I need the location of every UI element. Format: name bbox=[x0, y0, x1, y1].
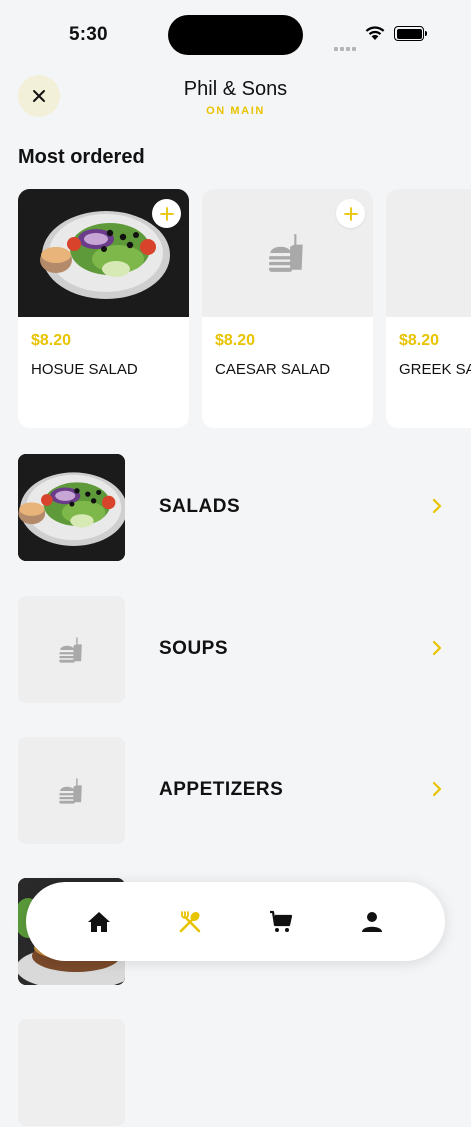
add-to-cart-button[interactable] bbox=[336, 199, 365, 228]
chevron-right-icon bbox=[432, 498, 442, 514]
battery-icon bbox=[394, 26, 424, 41]
wifi-icon bbox=[364, 24, 386, 46]
most-ordered-heading: Most ordered bbox=[18, 146, 145, 168]
page-title: Phil & Sons bbox=[183, 78, 288, 100]
chevron-right-icon bbox=[432, 640, 442, 656]
bottom-tab-bar bbox=[26, 882, 445, 961]
product-name: HOSUE SALAD bbox=[31, 361, 138, 378]
utensils-icon bbox=[179, 911, 201, 933]
food-placeholder-icon bbox=[386, 189, 471, 317]
food-placeholder-icon bbox=[18, 1019, 125, 1126]
chevron-right-icon bbox=[432, 781, 442, 797]
category-label: APPETIZERS bbox=[159, 779, 284, 800]
product-card[interactable]: $8.20 HOSUE SALAD bbox=[18, 189, 189, 428]
status-time: 5:30 bbox=[69, 24, 108, 45]
category-row-salads[interactable]: SALADS bbox=[18, 454, 471, 562]
category-row-soups[interactable]: SOUPS bbox=[18, 596, 471, 704]
home-icon bbox=[88, 912, 110, 932]
food-placeholder-icon bbox=[18, 596, 125, 703]
salad-photo bbox=[18, 454, 125, 561]
signal-icon bbox=[334, 38, 358, 51]
product-price: $8.20 bbox=[399, 332, 440, 349]
location-subtitle: ON MAIN bbox=[206, 105, 265, 117]
add-to-cart-button[interactable] bbox=[152, 199, 181, 228]
cart-icon bbox=[270, 910, 293, 932]
battery-tip bbox=[425, 31, 427, 36]
category-row[interactable] bbox=[18, 1019, 471, 1127]
category-label: SALADS bbox=[159, 496, 241, 517]
product-card[interactable]: $8.20 CAESAR SALAD bbox=[202, 189, 373, 428]
plus-icon bbox=[159, 206, 174, 221]
category-row-appetizers[interactable]: APPETIZERS bbox=[18, 737, 471, 845]
most-ordered-carousel[interactable]: $8.20 HOSUE SALAD $8.20 CAESAR SALAD $8.… bbox=[18, 189, 471, 429]
dynamic-island bbox=[168, 15, 303, 55]
profile-icon bbox=[362, 912, 382, 932]
product-name: GREEK SALAD bbox=[399, 361, 471, 378]
tab-menu[interactable] bbox=[175, 907, 205, 937]
tab-profile[interactable] bbox=[357, 907, 387, 937]
tab-cart[interactable] bbox=[266, 907, 296, 937]
product-price: $8.20 bbox=[215, 332, 256, 349]
product-name: CAESAR SALAD bbox=[215, 361, 331, 378]
product-price: $8.20 bbox=[31, 332, 72, 349]
tab-home[interactable] bbox=[84, 907, 114, 937]
status-bar: 5:30 bbox=[0, 0, 471, 70]
food-placeholder-icon bbox=[18, 737, 125, 844]
plus-icon bbox=[343, 206, 358, 221]
product-card[interactable]: $8.20 GREEK SALAD bbox=[386, 189, 471, 428]
category-label: SOUPS bbox=[159, 638, 229, 659]
